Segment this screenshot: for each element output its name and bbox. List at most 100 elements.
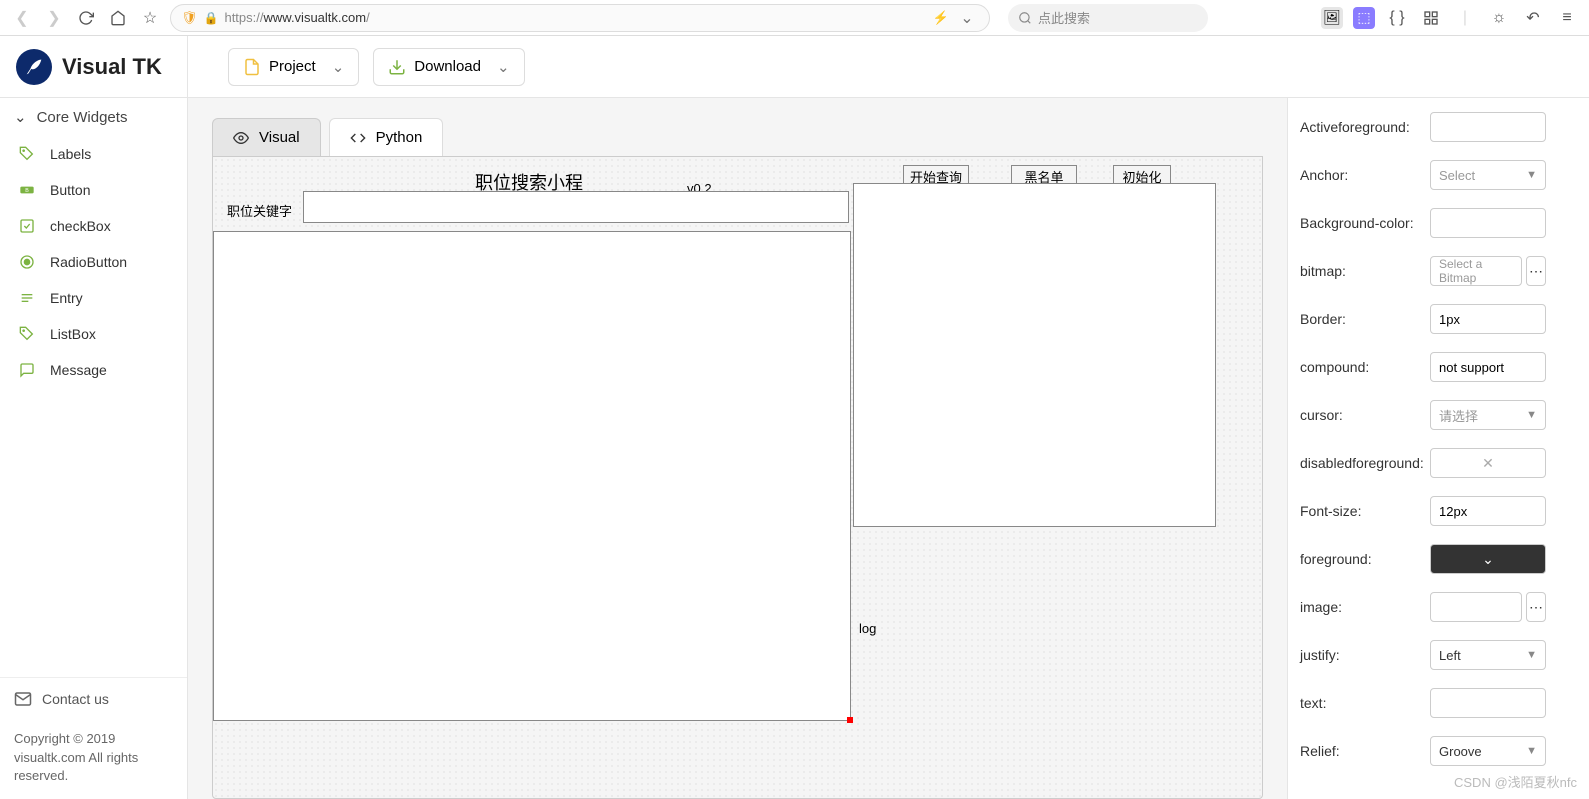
prop-foreground-input[interactable]: ⌄ — [1430, 544, 1546, 574]
feather-icon — [16, 49, 52, 85]
address-bar[interactable]: 🛡 🔒 https://www.visualtk.com/ ⚡ ⌄ — [170, 4, 990, 32]
image-tool-icon[interactable]: 🖼 — [1321, 7, 1343, 29]
resize-handle-icon[interactable] — [847, 717, 853, 723]
design-canvas[interactable]: 职位搜索小程序 v0.2 开始查询 黑名单 初始化 职位关键字 log — [212, 156, 1263, 799]
tab-label: Python — [376, 129, 423, 146]
sidebar-item-label: checkBox — [50, 218, 111, 234]
separator: | — [1453, 6, 1477, 30]
chevron-down-icon: ▼ — [1526, 745, 1537, 757]
sidebar: ⌄ Core Widgets Labels B Button checkBox R… — [0, 98, 188, 799]
sidebar-item-label: Labels — [50, 146, 91, 162]
star-icon[interactable]: ☆ — [138, 6, 162, 30]
prop-label: disabledforeground: — [1300, 455, 1430, 471]
nav-forward-icon[interactable]: ❯ — [42, 6, 66, 30]
sidebar-item-label: Entry — [50, 290, 83, 306]
sidebar-item-listbox[interactable]: ListBox — [0, 316, 187, 352]
tab-python[interactable]: Python — [329, 118, 444, 156]
prop-justify-select[interactable]: Left▼ — [1430, 640, 1546, 670]
prop-anchor-select[interactable]: Select▼ — [1430, 160, 1546, 190]
file-icon — [243, 58, 261, 76]
prop-image-browse[interactable]: ⋯ — [1526, 592, 1546, 622]
project-button[interactable]: Project ⌄ — [228, 48, 359, 86]
canvas-keyword-label[interactable]: 职位关键字 — [221, 199, 298, 222]
sidebar-header-label: Core Widgets — [37, 109, 128, 126]
grid-icon[interactable] — [1419, 6, 1443, 30]
canvas-log-label[interactable]: log — [853, 619, 882, 638]
browser-search-input[interactable]: 点此搜索 — [1008, 4, 1208, 32]
sidebar-item-labels[interactable]: Labels — [0, 136, 187, 172]
prop-label: image: — [1300, 599, 1430, 615]
prop-disabledfg-input[interactable] — [1430, 448, 1546, 478]
prop-background-input[interactable] — [1430, 208, 1546, 238]
shield-icon: 🛡 — [181, 10, 198, 26]
download-label: Download — [414, 58, 481, 75]
lock-icon: 🔒 — [204, 11, 219, 25]
chevron-down-icon: ⌄ — [497, 58, 510, 76]
sidebar-header[interactable]: ⌄ Core Widgets — [0, 98, 187, 136]
canvas-main-listbox[interactable] — [213, 231, 851, 721]
reload-icon[interactable] — [74, 6, 98, 30]
sidebar-item-label: Button — [50, 182, 90, 198]
nav-back-icon[interactable]: ❮ — [10, 6, 34, 30]
prop-text-input[interactable] — [1430, 688, 1546, 718]
tabs: Visual Python — [212, 118, 1263, 156]
code-icon[interactable]: { } — [1385, 6, 1409, 30]
sidebar-item-label: Message — [50, 362, 107, 378]
svg-text:B: B — [25, 188, 29, 194]
prop-relief-select[interactable]: Groove▼ — [1430, 736, 1546, 766]
prop-bitmap-browse[interactable]: ⋯ — [1526, 256, 1546, 286]
mail-icon — [14, 690, 32, 708]
entry-icon — [18, 289, 36, 307]
code-icon — [350, 130, 366, 146]
prop-label: justify: — [1300, 647, 1430, 663]
sidebar-item-radio[interactable]: RadioButton — [0, 244, 187, 280]
button-icon: B — [18, 181, 36, 199]
chevron-down-icon: ⌄ — [332, 58, 345, 76]
canvas-keyword-entry[interactable] — [303, 191, 849, 223]
sun-icon[interactable]: ☼ — [1487, 6, 1511, 30]
undo-icon[interactable]: ↶ — [1521, 6, 1545, 30]
prop-cursor-select[interactable]: 请选择▼ — [1430, 400, 1546, 430]
toolbar: Project ⌄ Download ⌄ — [188, 48, 525, 86]
tag-icon — [18, 145, 36, 163]
checkbox-icon — [18, 217, 36, 235]
bolt-icon: ⚡ — [933, 10, 949, 26]
prop-fontsize-input[interactable] — [1430, 496, 1546, 526]
sidebar-item-button[interactable]: B Button — [0, 172, 187, 208]
sidebar-item-checkbox[interactable]: checkBox — [0, 208, 187, 244]
center-panel: Visual Python 职位搜索小程序 v0.2 开始查询 黑名单 初始化 … — [188, 98, 1287, 799]
properties-panel: Activeforeground: Anchor:Select▼ Backgro… — [1287, 98, 1589, 799]
contact-link[interactable]: Contact us — [14, 690, 173, 708]
tab-visual[interactable]: Visual — [212, 118, 321, 156]
prop-label: Anchor: — [1300, 167, 1430, 183]
copyright-text: Copyright © 2019 visualtk.com All rights… — [0, 720, 187, 799]
chevron-down-icon[interactable]: ⌄ — [955, 6, 979, 30]
home-icon[interactable] — [106, 6, 130, 30]
app-topbar: Visual TK Project ⌄ Download ⌄ — [0, 36, 1589, 98]
canvas-right-listbox[interactable] — [853, 183, 1216, 527]
prop-image-input[interactable] — [1430, 592, 1522, 622]
sidebar-item-label: RadioButton — [50, 254, 127, 270]
tab-label: Visual — [259, 129, 300, 146]
prop-label: compound: — [1300, 359, 1430, 375]
sidebar-item-message[interactable]: Message — [0, 352, 187, 388]
sidebar-item-entry[interactable]: Entry — [0, 280, 187, 316]
prop-compound-input[interactable] — [1430, 352, 1546, 382]
menu-icon[interactable]: ≡ — [1555, 6, 1579, 30]
logo[interactable]: Visual TK — [0, 36, 188, 97]
browser-toolbar: ❮ ❯ ☆ 🛡 🔒 https://www.visualtk.com/ ⚡ ⌄ … — [0, 0, 1589, 36]
sidebar-item-label: ListBox — [50, 326, 96, 342]
prop-label: bitmap: — [1300, 263, 1430, 279]
prop-border-input[interactable] — [1430, 304, 1546, 334]
prop-label: cursor: — [1300, 407, 1430, 423]
search-icon — [1018, 11, 1032, 25]
chevron-down-icon: ▼ — [1526, 169, 1537, 181]
radio-icon — [18, 253, 36, 271]
prop-label: Activeforeground: — [1300, 119, 1430, 135]
extension-icon[interactable]: ⬚ — [1353, 7, 1375, 29]
canvas-log-listbox[interactable] — [853, 531, 1216, 721]
prop-bitmap-select[interactable]: Select a Bitmap — [1430, 256, 1522, 286]
download-button[interactable]: Download ⌄ — [373, 48, 524, 86]
prop-activeforeground-input[interactable] — [1430, 112, 1546, 142]
prop-label: Border: — [1300, 311, 1430, 327]
